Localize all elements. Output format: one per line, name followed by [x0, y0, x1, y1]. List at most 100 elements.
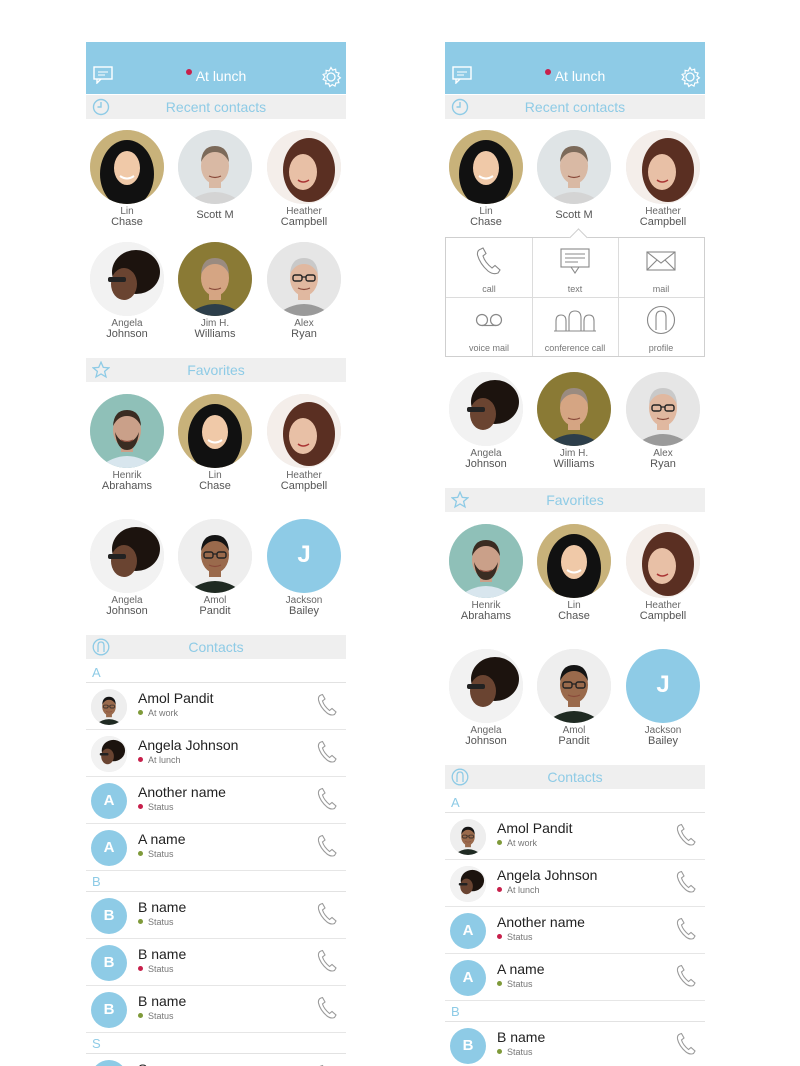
favorites-contact-tile[interactable]: Angela Johnson	[449, 649, 523, 747]
contact-list-item[interactable]: Angela Johnson At lunch	[445, 860, 705, 907]
recent-contact-tile[interactable]: Jim H. Williams	[537, 372, 611, 470]
avatar: A	[450, 960, 486, 996]
last-name: Abrahams	[460, 610, 512, 622]
recent-contact-tile[interactable]: Alex Ryan	[267, 242, 341, 340]
gear-icon[interactable]	[679, 66, 701, 88]
avatar	[537, 372, 611, 446]
status-text: Status	[148, 849, 174, 859]
phone-icon[interactable]	[316, 787, 338, 811]
action-conference-call[interactable]: conference call	[532, 297, 618, 356]
recent-section-header: Recent contacts	[445, 95, 705, 119]
contact-name: Heather Campbell	[267, 206, 341, 228]
recent-section-title: Recent contacts	[165, 99, 267, 115]
contact-list-item[interactable]: Amol Pandit At work	[445, 813, 705, 860]
phone-icon[interactable]	[675, 823, 697, 847]
status-text: At lunch	[554, 68, 606, 84]
favorites-contact-tile[interactable]: Heather Campbell	[267, 394, 341, 492]
contact-name: Jackson Bailey	[626, 725, 700, 747]
favorites-contact-tile[interactable]: Lin Chase	[537, 524, 611, 622]
recent-contact-tile[interactable]: Scott M	[178, 130, 252, 221]
contact-list-item[interactable]: B B name Status	[86, 939, 346, 986]
recent-contact-tile[interactable]: Alex Ryan	[626, 372, 700, 470]
phone-icon[interactable]	[316, 834, 338, 858]
recent-contact-tile[interactable]: Lin Chase	[90, 130, 164, 228]
avatar	[90, 242, 164, 316]
contact-list-item[interactable]: A A name Status	[86, 824, 346, 871]
avatar	[91, 736, 127, 772]
phone-icon[interactable]	[675, 964, 697, 988]
contact-name: Henrik Abrahams	[90, 470, 164, 492]
avatar	[267, 242, 341, 316]
contact-list-item[interactable]: Angela Johnson At lunch	[86, 730, 346, 777]
phone-icon[interactable]	[316, 996, 338, 1020]
contact-name: Lin Chase	[90, 206, 164, 228]
contact-list-item[interactable]: B B name Status	[445, 1022, 705, 1066]
phone-icon[interactable]	[675, 917, 697, 941]
avatar: B	[91, 898, 127, 934]
contact-list-item[interactable]: A Another name Status	[445, 907, 705, 954]
last-name: Campbell	[280, 216, 328, 228]
recent-contact-tile[interactable]: Heather Campbell	[626, 130, 700, 228]
status-text: Status	[507, 932, 533, 942]
favorites-contact-tile[interactable]: J Jackson Bailey	[626, 649, 700, 747]
avatar	[178, 394, 252, 468]
contact-status: At work	[497, 838, 537, 848]
presence-status[interactable]: At lunch	[445, 68, 705, 84]
status-dot	[138, 851, 143, 856]
favorites-section-header: Favorites	[445, 488, 705, 512]
favorites-contact-tile[interactable]: Amol Pandit	[537, 649, 611, 747]
contact-name: Amol Pandit	[138, 690, 214, 706]
action-text[interactable]: text	[532, 238, 618, 297]
favorites-contact-tile[interactable]: Henrik Abrahams	[90, 394, 164, 492]
contact-status: At lunch	[138, 755, 181, 765]
contact-name: Angela Johnson	[90, 595, 164, 617]
favorites-contact-tile[interactable]: Heather Campbell	[626, 524, 700, 622]
contact-list-item[interactable]: A Another name Status	[86, 777, 346, 824]
contact-list-item[interactable]: B B name Status	[86, 986, 346, 1033]
letter-divider: B	[86, 871, 346, 892]
contact-name: Henrik Abrahams	[449, 600, 523, 622]
favorites-contact-tile[interactable]: J Jackson Bailey	[267, 519, 341, 617]
recent-contact-tile[interactable]: Jim H. Williams	[178, 242, 252, 340]
phone-icon[interactable]	[316, 949, 338, 973]
action-profile[interactable]: profile	[618, 297, 704, 356]
phone-icon[interactable]	[675, 1032, 697, 1056]
favorites-contact-tile[interactable]: Angela Johnson	[90, 519, 164, 617]
favorites-contact-tile[interactable]: Amol Pandit	[178, 519, 252, 617]
action-call[interactable]: call	[446, 238, 532, 297]
recent-contact-tile[interactable]: Lin Chase	[449, 130, 523, 228]
favorites-section-header: Favorites	[86, 358, 346, 382]
contact-list-item[interactable]: B B name Status	[86, 892, 346, 939]
phone-icon[interactable]	[316, 693, 338, 717]
favorites-contact-tile[interactable]: Lin Chase	[178, 394, 252, 492]
recent-contact-tile[interactable]: Angela Johnson	[449, 372, 523, 470]
action-mail[interactable]: mail	[618, 238, 704, 297]
contact-list-item[interactable]: A A name Status	[445, 954, 705, 1001]
favorites-contact-tile[interactable]: Henrik Abrahams	[449, 524, 523, 622]
phone-icon[interactable]	[316, 902, 338, 926]
last-name: Chase	[470, 216, 502, 228]
section-letter: S	[92, 1036, 101, 1051]
phone-icon	[474, 246, 504, 276]
avatar: A	[450, 913, 486, 949]
status-text: Status	[148, 917, 174, 927]
presence-status[interactable]: At lunch	[86, 68, 346, 84]
avatar	[90, 394, 164, 468]
phone-icon[interactable]	[316, 740, 338, 764]
avatar-initial: B	[103, 1001, 115, 1018]
status-dot	[138, 804, 143, 809]
last-name: Johnson	[465, 458, 507, 470]
recent-contact-tile[interactable]: Heather Campbell	[267, 130, 341, 228]
letter-divider: B	[445, 1001, 705, 1022]
gear-icon[interactable]	[320, 66, 342, 88]
recent-contact-tile[interactable]: Angela Johnson	[90, 242, 164, 340]
action-voice-mail[interactable]: voice mail	[446, 297, 532, 356]
recent-contact-tile[interactable]: Scott M	[537, 130, 611, 221]
contact-list-item[interactable]: Amol Pandit At work	[86, 683, 346, 730]
profile-icon	[646, 305, 676, 335]
phone-icon[interactable]	[675, 870, 697, 894]
status-dot	[497, 934, 502, 939]
contact-list-item[interactable]: SS nameStatus	[86, 1054, 346, 1066]
divider	[446, 297, 704, 298]
contact-status: Status	[497, 979, 533, 989]
